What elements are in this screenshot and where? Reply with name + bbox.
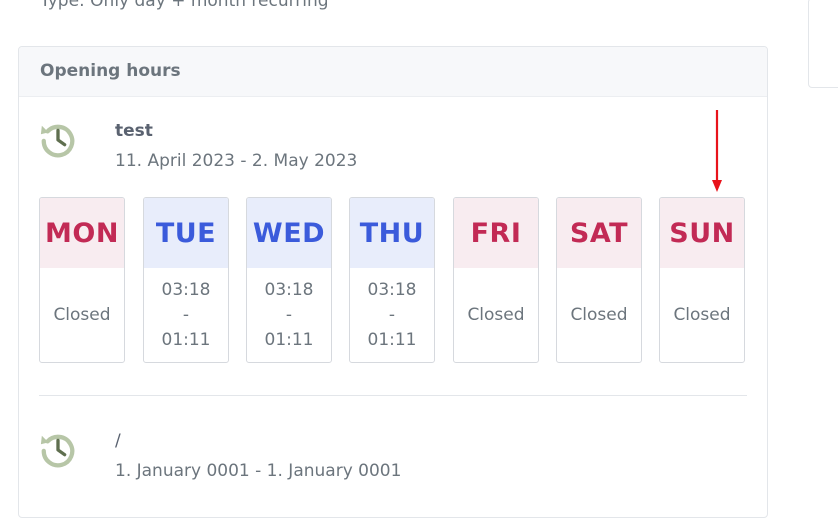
day-label: MON <box>40 198 124 268</box>
close-time: 01:11 <box>264 329 314 350</box>
side-panel <box>808 0 838 88</box>
history-clock-icon <box>40 124 75 158</box>
entry-title: test <box>115 121 153 141</box>
close-time: 01:11 <box>367 329 417 350</box>
day-label: WED <box>247 198 331 268</box>
day-card-wed[interactable]: WED 03:18 - 01:11 <box>246 197 332 363</box>
entry-divider <box>39 395 747 396</box>
history-clock-icon <box>40 434 75 468</box>
day-label: THU <box>350 198 434 268</box>
open-time: 03:18 <box>367 279 417 300</box>
card-content: test 11. April 2023 - 2. May 2023 MON Cl… <box>18 46 768 518</box>
day-status: Closed <box>467 304 525 325</box>
open-time: 03:18 <box>161 279 211 300</box>
time-separator: - <box>285 304 293 325</box>
day-card-tue[interactable]: TUE 03:18 - 01:11 <box>143 197 229 363</box>
day-card-sun[interactable]: SUN Closed <box>659 197 745 363</box>
exception-type-text: Type: Only day + month recurring <box>40 0 329 11</box>
open-time: 03:18 <box>264 279 314 300</box>
day-card-mon[interactable]: MON Closed <box>39 197 125 363</box>
close-time: 01:11 <box>161 329 211 350</box>
day-status: Closed <box>53 304 111 325</box>
annotation-arrow-icon <box>712 110 722 192</box>
day-card-sat[interactable]: SAT Closed <box>556 197 642 363</box>
entry-date-range: 11. April 2023 - 2. May 2023 <box>115 151 358 171</box>
day-card-thu[interactable]: THU 03:18 - 01:11 <box>349 197 435 363</box>
day-card-fri[interactable]: FRI Closed <box>453 197 539 363</box>
day-label: SAT <box>557 198 641 268</box>
day-label: TUE <box>144 198 228 268</box>
day-status: Closed <box>570 304 628 325</box>
entry-date-range: 1. January 0001 - 1. January 0001 <box>115 461 402 481</box>
weekday-grid: MON Closed TUE 03:18 - 01:11 WED 03:18 -… <box>39 197 747 365</box>
day-status: Closed <box>673 304 731 325</box>
time-separator: - <box>388 304 396 325</box>
day-label: SUN <box>660 198 744 268</box>
day-label: FRI <box>454 198 538 268</box>
time-separator: - <box>182 304 190 325</box>
entry-title: / <box>115 431 121 451</box>
